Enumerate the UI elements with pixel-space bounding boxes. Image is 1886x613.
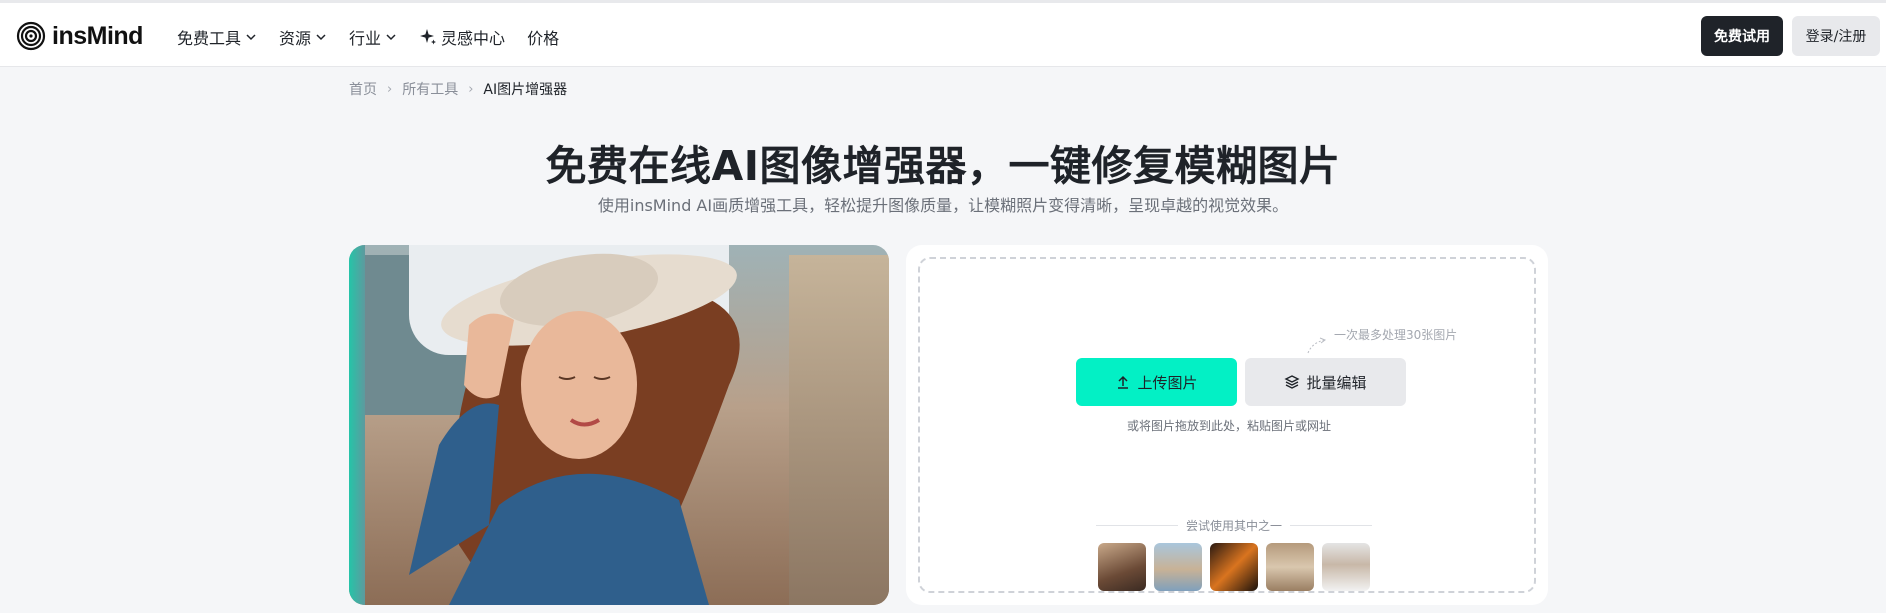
upload-arrow-icon: [1118, 375, 1129, 389]
hero-compare-strip: [349, 245, 365, 605]
nav-item-inspiration[interactable]: 灵感中心: [419, 25, 505, 49]
woman-portrait-illustration: [409, 253, 740, 605]
sample-image-vintage-portrait[interactable]: [1266, 543, 1314, 591]
free-trial-button[interactable]: 免费试用: [1701, 16, 1783, 56]
layers-icon: [1284, 375, 1301, 389]
batch-edit-button[interactable]: 批量编辑: [1245, 358, 1406, 406]
chevron-down-icon: [316, 34, 326, 41]
batch-edit-label: 批量编辑: [1306, 373, 1367, 392]
spiral-logo-icon: [16, 21, 46, 51]
main-nav: 免费工具 资源 行业 灵感中心 价格: [177, 21, 559, 53]
page-subtitle: 使用insMind AI画质增强工具，轻松提升图像质量，让模糊照片变得清晰，呈现…: [597, 196, 1289, 215]
divider-line: [1096, 525, 1178, 526]
breadcrumb-all-tools[interactable]: 所有工具: [402, 79, 458, 99]
nav-item-label: 行业: [349, 29, 382, 48]
brand-name: insMind: [52, 21, 143, 50]
nav-item-label: 资源: [279, 29, 312, 48]
page-title: 免费在线AI图像增强器，一键修复模糊图片: [545, 142, 1341, 190]
chevron-down-icon: [386, 34, 396, 41]
breadcrumb-home[interactable]: 首页: [349, 79, 377, 99]
upload-image-label: 上传图片: [1137, 373, 1198, 392]
sample-image-woman-portrait[interactable]: [1098, 543, 1146, 591]
breadcrumb: 首页 › 所有工具 › AI图片增强器: [349, 79, 567, 99]
nav-item-resources[interactable]: 资源: [279, 25, 327, 49]
chevron-right-icon: ›: [468, 81, 474, 97]
upload-image-button[interactable]: 上传图片: [1076, 358, 1237, 406]
nav-item-industry[interactable]: 行业: [349, 25, 397, 49]
hero-image: [349, 245, 889, 605]
top-navbar: insMind 免费工具 资源 行业 灵感中心 价格 免费试用 登录/注册: [0, 3, 1886, 67]
nav-item-label: 灵感中心: [441, 29, 506, 48]
nav-item-pricing[interactable]: 价格: [527, 25, 559, 49]
drop-hint: 或将图片拖放到此处，粘贴图片或网址: [1126, 419, 1331, 433]
chevron-down-icon: [246, 34, 256, 41]
upload-limit-note: 一次最多处理30张图片: [1334, 328, 1458, 342]
sample-image-mountain-lake[interactable]: [1154, 543, 1202, 591]
try-samples-label: 尝试使用其中之一: [1186, 519, 1283, 533]
breadcrumb-current: AI图片增强器: [483, 82, 568, 98]
sample-images: [1098, 543, 1370, 591]
try-samples-divider: 尝试使用其中之一: [1096, 517, 1373, 534]
login-register-button[interactable]: 登录/注册: [1792, 16, 1880, 56]
brand-logo[interactable]: insMind: [16, 20, 143, 52]
chevron-right-icon: ›: [387, 81, 393, 97]
curved-arrow-icon: [1307, 337, 1327, 354]
nav-item-label: 价格: [527, 29, 560, 48]
sample-image-sneaker[interactable]: [1210, 543, 1258, 591]
divider-line: [1290, 525, 1373, 526]
sparkle-icon: [420, 29, 437, 45]
upload-dropzone[interactable]: 一次最多处理30张图片 上传图片 批量编辑 或将图片拖放到此处，粘贴图片或网址 …: [918, 257, 1536, 593]
sample-image-sunglasses-woman[interactable]: [1322, 543, 1370, 591]
nav-item-label: 免费工具: [177, 29, 242, 48]
nav-item-free-tools[interactable]: 免费工具: [177, 25, 257, 49]
upload-card: 一次最多处理30张图片 上传图片 批量编辑 或将图片拖放到此处，粘贴图片或网址 …: [906, 245, 1548, 605]
